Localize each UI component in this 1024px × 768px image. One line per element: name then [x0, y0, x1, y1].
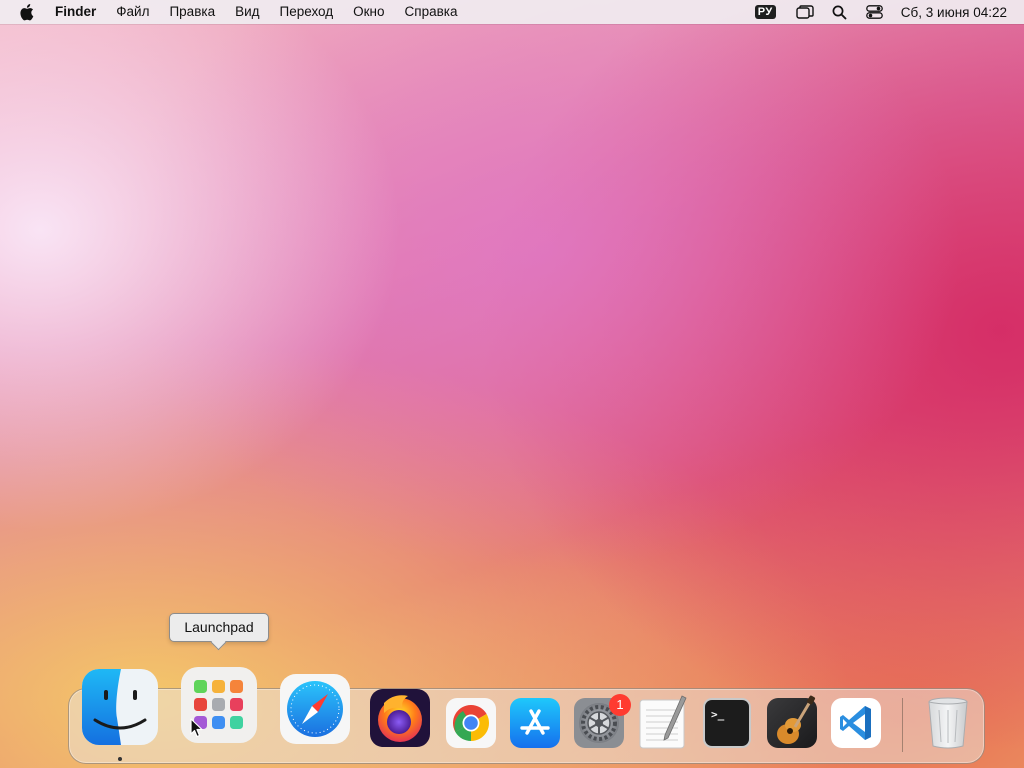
input-language-indicator[interactable]: РУ [754, 5, 776, 19]
control-center-icon[interactable] [866, 4, 884, 20]
menu-bar-clock[interactable]: Сб, 3 июня 04:22 [901, 5, 1007, 20]
terminal-icon[interactable]: >_ [703, 698, 751, 753]
chrome-icon[interactable] [446, 698, 496, 753]
finder-running-indicator [118, 757, 122, 761]
app-store-icon[interactable] [510, 698, 560, 753]
menu-edit[interactable]: Правка [159, 0, 225, 24]
svg-text:>_: >_ [711, 708, 725, 721]
menu-app-finder[interactable]: Finder [51, 0, 106, 24]
menu-bar: Finder Файл Правка Вид Переход Окно Спра… [0, 0, 1024, 24]
dock-tooltip-launchpad: Launchpad [169, 613, 269, 642]
spotlight-search-icon[interactable] [831, 4, 849, 20]
mouse-cursor-icon [190, 718, 204, 738]
display-mirroring-icon[interactable] [796, 4, 814, 20]
apple-menu-icon[interactable] [19, 3, 35, 21]
system-preferences-badge: 1 [609, 694, 631, 716]
menu-help[interactable]: Справка [395, 0, 468, 24]
menu-view[interactable]: Вид [225, 0, 269, 24]
finder-icon[interactable] [81, 668, 159, 751]
safari-icon[interactable] [279, 673, 351, 750]
firefox-icon[interactable] [370, 689, 430, 752]
garageband-icon[interactable] [766, 694, 818, 755]
textedit-icon[interactable] [638, 694, 690, 755]
menu-file[interactable]: Файл [106, 0, 159, 24]
vscode-icon[interactable] [831, 698, 881, 753]
trash-icon[interactable] [924, 694, 972, 755]
menu-go[interactable]: Переход [270, 0, 344, 24]
dock-separator [902, 698, 903, 752]
menu-window[interactable]: Окно [343, 0, 394, 24]
